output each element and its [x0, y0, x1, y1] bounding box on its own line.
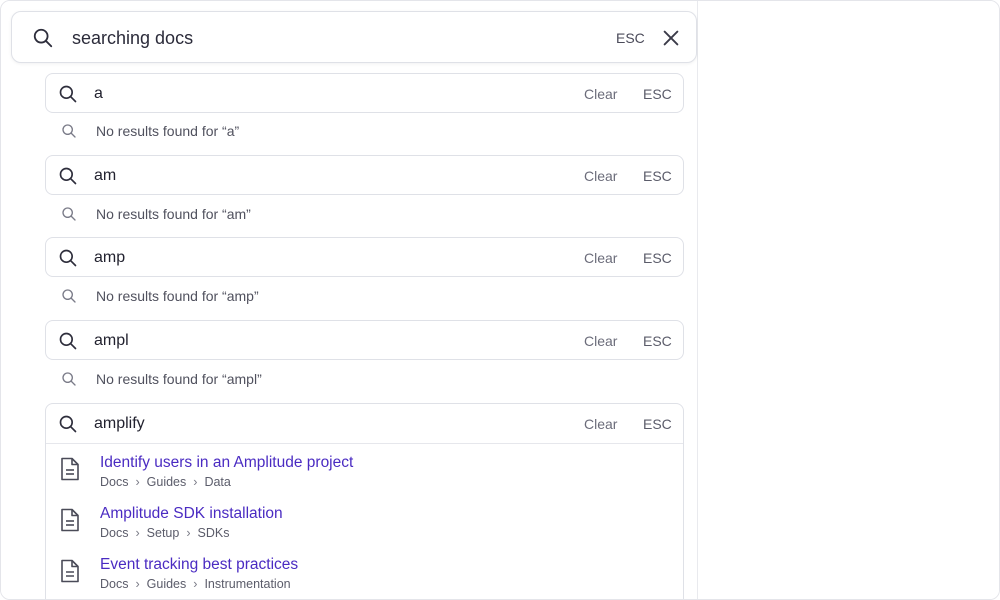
query-box-amp[interactable]: amp Clear ESC	[45, 237, 684, 277]
breadcrumb: Docs › Guides › Instrumentation	[100, 576, 291, 592]
search-result[interactable]: Identify users in an Amplitude project D…	[60, 453, 660, 495]
document-icon	[61, 559, 79, 583]
query-input[interactable]: a	[94, 84, 103, 104]
result-title[interactable]: Event tracking best practices	[100, 555, 298, 575]
esc-button[interactable]: ESC	[643, 86, 672, 102]
search-icon	[62, 207, 76, 221]
no-results-text: No results found for “a”	[96, 123, 240, 139]
breadcrumb-item: Docs	[100, 577, 129, 591]
clear-button[interactable]: Clear	[584, 86, 617, 102]
breadcrumb-item: Guides	[146, 475, 187, 489]
query-input[interactable]: amp	[94, 248, 125, 268]
search-icon	[59, 85, 77, 103]
esc-button[interactable]: ESC	[643, 416, 672, 432]
esc-hint[interactable]: ESC	[616, 30, 645, 46]
search-result[interactable]: Event tracking best practices Docs › Guide…	[60, 555, 660, 597]
clear-button[interactable]: Clear	[584, 333, 617, 349]
search-icon	[33, 28, 53, 48]
clear-button[interactable]: Clear	[584, 250, 617, 266]
search-result[interactable]: Amplitude SDK installation Docs › Setup › SD…	[60, 504, 660, 546]
search-panel: searching docs ESC a Clear ESC No result…	[1, 1, 698, 599]
query-box-ampl[interactable]: ampl Clear ESC	[45, 320, 684, 360]
breadcrumb-item: SDKs	[197, 526, 230, 540]
query-box-amplify[interactable]: amplify Clear ESC Identify users in an A…	[45, 403, 684, 599]
main-search-bar[interactable]: searching docs ESC	[11, 11, 697, 63]
breadcrumb-item: Setup	[146, 526, 180, 540]
query-input[interactable]: amplify	[94, 414, 145, 434]
breadcrumb-item: Data	[204, 475, 231, 489]
document-icon	[61, 508, 79, 532]
search-icon	[62, 289, 76, 303]
query-input[interactable]: ampl	[94, 331, 129, 351]
main-search-input[interactable]: searching docs	[72, 27, 193, 49]
no-results-text: No results found for “am”	[96, 206, 251, 222]
breadcrumb: Docs › Setup › SDKs	[100, 525, 229, 541]
result-title[interactable]: Identify users in an Amplitude project	[100, 453, 353, 473]
chevron-right-icon: ›	[135, 526, 140, 540]
search-icon	[62, 372, 76, 386]
no-results-text: No results found for “ampl”	[96, 371, 262, 387]
app-window: searching docs ESC a Clear ESC No result…	[0, 0, 1000, 600]
empty-pane	[698, 1, 999, 599]
chevron-right-icon: ›	[193, 475, 198, 489]
search-icon	[62, 124, 76, 138]
divider	[46, 443, 683, 444]
search-icon	[59, 167, 77, 185]
search-icon	[59, 249, 77, 267]
breadcrumb: Docs › Guides › Data	[100, 474, 231, 490]
breadcrumb-item: Guides	[146, 577, 187, 591]
esc-button[interactable]: ESC	[643, 168, 672, 184]
breadcrumb-item: Instrumentation	[204, 577, 291, 591]
chevron-right-icon: ›	[193, 577, 198, 591]
chevron-right-icon: ›	[135, 577, 140, 591]
chevron-right-icon: ›	[186, 526, 191, 540]
no-results-text: No results found for “amp”	[96, 288, 259, 304]
breadcrumb-item: Docs	[100, 526, 129, 540]
query-box-am[interactable]: am Clear ESC	[45, 155, 684, 195]
esc-button[interactable]: ESC	[643, 333, 672, 349]
query-input[interactable]: am	[94, 166, 116, 186]
esc-button[interactable]: ESC	[643, 250, 672, 266]
document-icon	[61, 457, 79, 481]
search-icon	[59, 332, 77, 350]
clear-button[interactable]: Clear	[584, 168, 617, 184]
clear-button[interactable]: Clear	[584, 416, 617, 432]
chevron-right-icon: ›	[135, 475, 140, 489]
result-title[interactable]: Amplitude SDK installation	[100, 504, 283, 524]
search-icon	[59, 415, 77, 433]
close-icon[interactable]	[660, 27, 682, 49]
breadcrumb-item: Docs	[100, 475, 129, 489]
query-box-a[interactable]: a Clear ESC	[45, 73, 684, 113]
